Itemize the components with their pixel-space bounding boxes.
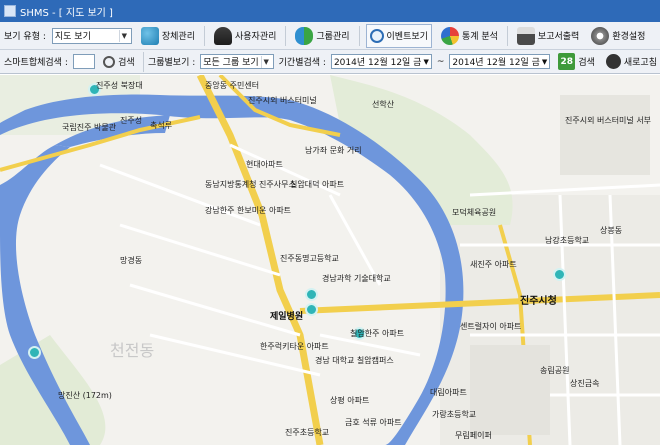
view-type-select[interactable]: 지도 보기 ▼ (51, 27, 132, 44)
map-label: 남가좌 문화 거리 (305, 146, 362, 155)
map-label: 현대아파트 (246, 160, 283, 169)
map-label: 경남 대학교 칠암캠퍼스 (315, 356, 394, 365)
magnifier-icon (369, 28, 384, 43)
map-label: 새진주 아파트 (470, 260, 517, 269)
map-label: 망진산 (172m) (58, 391, 112, 400)
map-label: 송림공원 (540, 366, 570, 375)
window-title: SHMS - [ 지도 보기 ] (20, 7, 113, 19)
map-label: 진주성 북장대 (96, 81, 143, 90)
map-label: 칠암대덕 아파트 (290, 180, 345, 189)
map-label: 대림아파트 (430, 388, 467, 397)
map-label: 무림페이퍼 (455, 431, 492, 440)
map-label: 강남한주 한보미운 아파트 (205, 206, 292, 215)
map-label: 칠암한주 아파트 (350, 329, 405, 338)
map-label: 동남지방통계청 진주사무소 (205, 180, 296, 189)
map-label: 가랑초등학교 (432, 410, 477, 419)
period-search-button[interactable]: 28 검색 (555, 52, 598, 72)
smart-search-label: 스마트합체검색 : (4, 58, 68, 68)
map-label: 남강초등학교 (545, 236, 590, 245)
chevron-down-icon: ▼ (260, 55, 271, 68)
date-from-picker[interactable]: 2014년 12월 12일 금 ▼ (330, 54, 432, 69)
sensor-marker[interactable] (28, 346, 41, 359)
smart-search-input[interactable] (72, 54, 96, 69)
separator (204, 25, 205, 46)
gear-icon (591, 26, 610, 45)
view-type-label: 보기 유형 : (4, 32, 46, 42)
facility-management-button[interactable]: 장체관리 (138, 24, 198, 48)
user-icon (214, 26, 232, 45)
map-label: 진주성 (120, 116, 143, 125)
title-bar: SHMS - [ 지도 보기 ] (0, 0, 660, 22)
sensor-marker[interactable] (305, 303, 318, 316)
group-icon (295, 26, 314, 45)
map-label: 모덕체육공원 (452, 208, 497, 217)
sensor-marker[interactable] (305, 288, 318, 301)
map-label: 촉석루 (150, 121, 173, 130)
app-icon (4, 5, 16, 17)
refresh-button[interactable]: 새로고침 (603, 52, 660, 72)
refresh-icon (605, 54, 621, 69)
map-label: 진주초등학교 (285, 428, 330, 437)
map-label: 한주럭키타운 아파트 (260, 342, 329, 351)
sensor-marker[interactable] (553, 268, 566, 281)
map-label: 진주시외 버스터미널 서부 (565, 116, 652, 125)
map-label: 망경동 (120, 256, 143, 265)
map-label: 천전동 (110, 341, 155, 360)
map-label: 경남과학 기술대학교 (322, 274, 391, 283)
event-view-button[interactable]: 이벤트보기 (365, 23, 432, 48)
search-icon (103, 55, 116, 68)
map-view[interactable]: 진주시청 제일병원 경남과학 기술대학교 경남 대학교 칠암캠퍼스 진주시외 버… (0, 75, 660, 445)
filter-toolbar: 스마트합체검색 : 검색 그룹별보기 : 모든 그룹 보기 ▼ 기간별검색 : … (0, 50, 660, 74)
separator (285, 25, 287, 46)
settings-button[interactable]: 환경설정 (588, 24, 648, 48)
chevron-down-icon: ▼ (423, 57, 429, 66)
map-label: 진주시외 버스터미널 (248, 96, 317, 105)
separator (358, 25, 360, 46)
pie-chart-icon (440, 26, 459, 45)
search-button[interactable]: 검색 (100, 52, 138, 72)
map-label: 국립진주 박물관 (62, 123, 117, 132)
group-management-button[interactable]: 그룹관리 (292, 24, 352, 48)
chevron-down-icon: ▼ (118, 29, 129, 42)
date-to-picker[interactable]: 2014년 12월 12일 금 ▼ (449, 54, 551, 69)
report-print-button[interactable]: 보고서출력 (514, 24, 582, 48)
statistics-button[interactable]: 통계 분석 (438, 24, 501, 48)
main-toolbar: 보기 유형 : 지도 보기 ▼ 장체관리 사용자관리 그룹관리 이벤트보기 통계… (0, 22, 660, 50)
map-label: 중앙동 주민센터 (205, 81, 260, 90)
map-label: 센트럴자이 아파트 (460, 322, 522, 331)
group-select[interactable]: 모든 그룹 보기 ▼ (200, 54, 274, 69)
calendar-icon: 28 (558, 53, 576, 70)
map-label: 제일병원 (270, 312, 304, 322)
printer-icon (516, 26, 535, 45)
map-label: 상평 아파트 (330, 396, 370, 405)
chevron-down-icon: ▼ (541, 57, 548, 66)
map-label: 진주시청 (520, 296, 557, 307)
user-management-button[interactable]: 사용자관리 (211, 24, 279, 48)
separator (506, 25, 508, 46)
map-label: 상진금속 (570, 379, 600, 388)
period-search-label: 기간별검색 : (278, 58, 326, 68)
facility-icon (140, 26, 159, 45)
map-label: 금호 석류 아파트 (345, 418, 402, 427)
map-label: 진주동명고등학교 (280, 254, 339, 263)
tilde-label: ~ (436, 56, 445, 67)
map-label: 선학산 (372, 100, 395, 109)
map-label: 상봉동 (600, 226, 623, 235)
group-view-label: 그룹별보기 : (147, 58, 196, 68)
